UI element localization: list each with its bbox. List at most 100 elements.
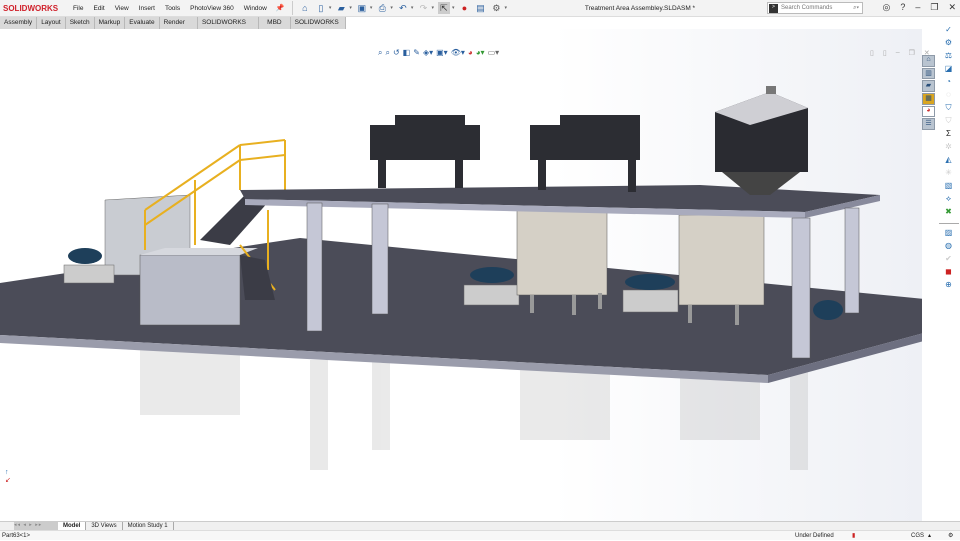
terminal-icon: > — [769, 3, 778, 13]
apply-scene-icon[interactable]: ◕▾ — [476, 48, 485, 58]
dynamic-annotation-icon[interactable]: ✎ — [413, 48, 420, 58]
spell-check-icon[interactable]: ✓ — [943, 25, 955, 37]
delete-icon[interactable]: ✖ — [943, 207, 955, 219]
view-palette-icon[interactable]: ▦ — [922, 93, 935, 105]
sensor-icon[interactable]: ◌ — [943, 90, 955, 102]
view-settings-icon[interactable]: ▭▾ — [488, 48, 500, 58]
smart-fasteners-icon[interactable]: ⚙ — [943, 38, 955, 50]
check-circle-icon[interactable]: ✔ — [943, 254, 955, 266]
disabled-icon[interactable]: ⛉ — [943, 116, 955, 128]
tab-markup[interactable]: Markup — [95, 17, 126, 29]
sum-icon[interactable]: Σ — [943, 129, 955, 141]
redo-icon[interactable]: ↷ — [417, 2, 429, 14]
document-title: Treatment Area Assembley.SLDASM * — [584, 5, 696, 12]
tab-cam[interactable]: SOLIDWORKS CAM — [291, 17, 346, 38]
explode-icon[interactable]: ✲ — [943, 142, 955, 154]
menu-edit[interactable]: Edit — [88, 5, 109, 12]
hole-alignment-icon[interactable]: ▧ — [943, 181, 955, 193]
box-tank — [139, 254, 241, 326]
home-icon[interactable]: ⌂ — [299, 2, 311, 14]
tab-motion-study[interactable]: Motion Study 1 — [123, 522, 174, 530]
restore-button[interactable]: ❐ — [930, 2, 938, 13]
measure-icon[interactable]: ◭ — [943, 155, 955, 167]
rebuild-icon[interactable]: ● — [458, 2, 470, 14]
open-folder-icon[interactable]: ▰ — [335, 2, 347, 14]
color-map-icon[interactable]: ▨ — [943, 228, 955, 240]
heads-up-view-toolbar: ⌕ ⌕ ↺ ◧ ✎ ◈▾ ▣▾ 👁▾ ◕ ◕▾ ▭▾ — [378, 48, 499, 58]
file-properties-icon[interactable]: ▤ — [474, 2, 486, 14]
tab-evaluate[interactable]: Evaluate — [125, 17, 160, 29]
interference-icon[interactable]: ✳ — [943, 168, 955, 180]
split-right-icon[interactable]: ▯ — [883, 49, 887, 57]
viewport-window-controls: ▯ ▯ – ❐ ✕ — [870, 49, 930, 57]
zoom-to-fit-icon[interactable]: ⌕ — [378, 48, 382, 58]
previous-view-icon[interactable]: ↺ — [393, 48, 400, 58]
user-account-icon[interactable]: ◎ — [882, 2, 890, 13]
section-properties-icon[interactable]: ◪ — [943, 64, 955, 76]
save-icon[interactable]: ▣ — [356, 2, 368, 14]
tab-sketch[interactable]: Sketch — [66, 17, 95, 29]
status-bar: Part63<1> Under Defined ▮ CGS ▴ ⚙ — [0, 530, 960, 540]
print-icon[interactable]: ⎙ — [376, 2, 388, 14]
minimize-button[interactable]: – — [915, 2, 920, 13]
task-pane-tabs: ⌂ ▥ ▰ ▦ ◕ ☰ — [922, 30, 938, 131]
tab-mbd[interactable]: MBD — [259, 17, 291, 29]
zoom-area-icon[interactable]: ⌕ — [385, 48, 389, 58]
hide-show-icon[interactable]: 👁▾ — [451, 48, 465, 58]
custom-properties-icon[interactable]: ☰ — [922, 118, 935, 131]
section-view-icon[interactable]: ◧ — [403, 48, 411, 58]
home-icon[interactable]: ⌂ — [922, 55, 935, 67]
undo-icon[interactable]: ↶ — [397, 2, 409, 14]
tank-center — [516, 209, 608, 296]
viewport-minimize-button[interactable]: – — [896, 49, 900, 57]
options-gear-icon[interactable]: ⚙ — [490, 2, 502, 14]
command-manager-tabs: Assembly Layout Sketch Markup Evaluate R… — [0, 17, 346, 38]
layers-icon[interactable]: ◼ — [943, 267, 955, 279]
view-orientation-icon[interactable]: ◈▾ — [423, 48, 433, 58]
menu-view[interactable]: View — [110, 5, 134, 12]
pump-center — [463, 267, 520, 306]
design-library-icon[interactable]: ▥ — [922, 67, 935, 80]
appearances-icon[interactable]: ◕ — [922, 105, 935, 118]
pump-right — [622, 274, 679, 313]
new-document-icon[interactable]: ▯ — [315, 2, 327, 14]
add-circle-icon[interactable]: ⊕ — [943, 280, 955, 292]
render-icon[interactable]: ◍ — [943, 241, 955, 253]
search-commands-input[interactable]: > Search Commands ⌕▾ — [767, 2, 863, 14]
menu-photoview[interactable]: PhotoView 360 — [185, 5, 239, 12]
mass-properties-icon[interactable]: ⚖ — [943, 51, 955, 63]
menu-file[interactable]: File — [68, 5, 88, 12]
menu-window[interactable]: Window — [239, 5, 272, 12]
tab-layout[interactable]: Layout — [37, 17, 66, 29]
close-button[interactable]: ✕ — [948, 2, 956, 13]
pump-far — [813, 300, 843, 320]
assembly-visualization-icon[interactable]: ⟡ — [943, 194, 955, 206]
check-icon[interactable]: ⛉ — [943, 103, 955, 115]
tab-addins[interactable]: SOLIDWORKS Add-Ins — [198, 17, 260, 38]
tank-right — [678, 214, 765, 306]
tab-assembly[interactable]: Assembly — [0, 17, 38, 29]
tab-model[interactable]: Model — [58, 522, 87, 530]
title-bar: SOLIDWORKS File Edit View Insert Tools P… — [0, 0, 960, 17]
help-icon[interactable]: ? — [900, 2, 905, 13]
performance-icon[interactable]: ◔ — [943, 77, 955, 89]
menu-insert[interactable]: Insert — [134, 5, 160, 12]
assembly-model[interactable] — [0, 29, 935, 521]
tab-scroll-arrows[interactable]: ◂◂ ◂ ▸ ▸▸ — [14, 522, 58, 530]
graphics-area[interactable]: ⌕ ⌕ ↺ ◧ ✎ ◈▾ ▣▾ 👁▾ ◕ ◕▾ ▭▾ ▯ ▯ – ❐ ✕ ↑ ↙ — [0, 29, 935, 521]
filter-press-2 — [530, 115, 640, 192]
tab-render-tools[interactable]: Render Tools — [160, 17, 198, 38]
search-icon[interactable]: ⌕▾ — [853, 5, 859, 12]
right-toolbar: ✓ ⚙ ⚖ ◪ ◔ ◌ ⛉ ⛉ Σ ✲ ◭ ✳ ▧ ⟡ ✖ ▨ ◍ ✔ ◼ ⊕ — [937, 25, 960, 295]
search-placeholder: Search Commands — [781, 5, 833, 11]
menu-tools[interactable]: Tools — [160, 5, 185, 12]
tab-3d-views[interactable]: 3D Views — [86, 522, 123, 530]
select-cursor-icon[interactable]: ⇱ — [437, 2, 450, 14]
split-left-icon[interactable]: ▯ — [870, 49, 874, 57]
display-style-icon[interactable]: ▣▾ — [436, 48, 448, 58]
solidworks-logo: SOLIDWORKS — [3, 3, 59, 13]
viewport-restore-button[interactable]: ❐ — [909, 49, 915, 57]
pin-icon[interactable]: 📌 — [274, 2, 286, 14]
file-explorer-icon[interactable]: ▰ — [922, 80, 935, 93]
edit-appearance-icon[interactable]: ◕ — [468, 48, 473, 58]
